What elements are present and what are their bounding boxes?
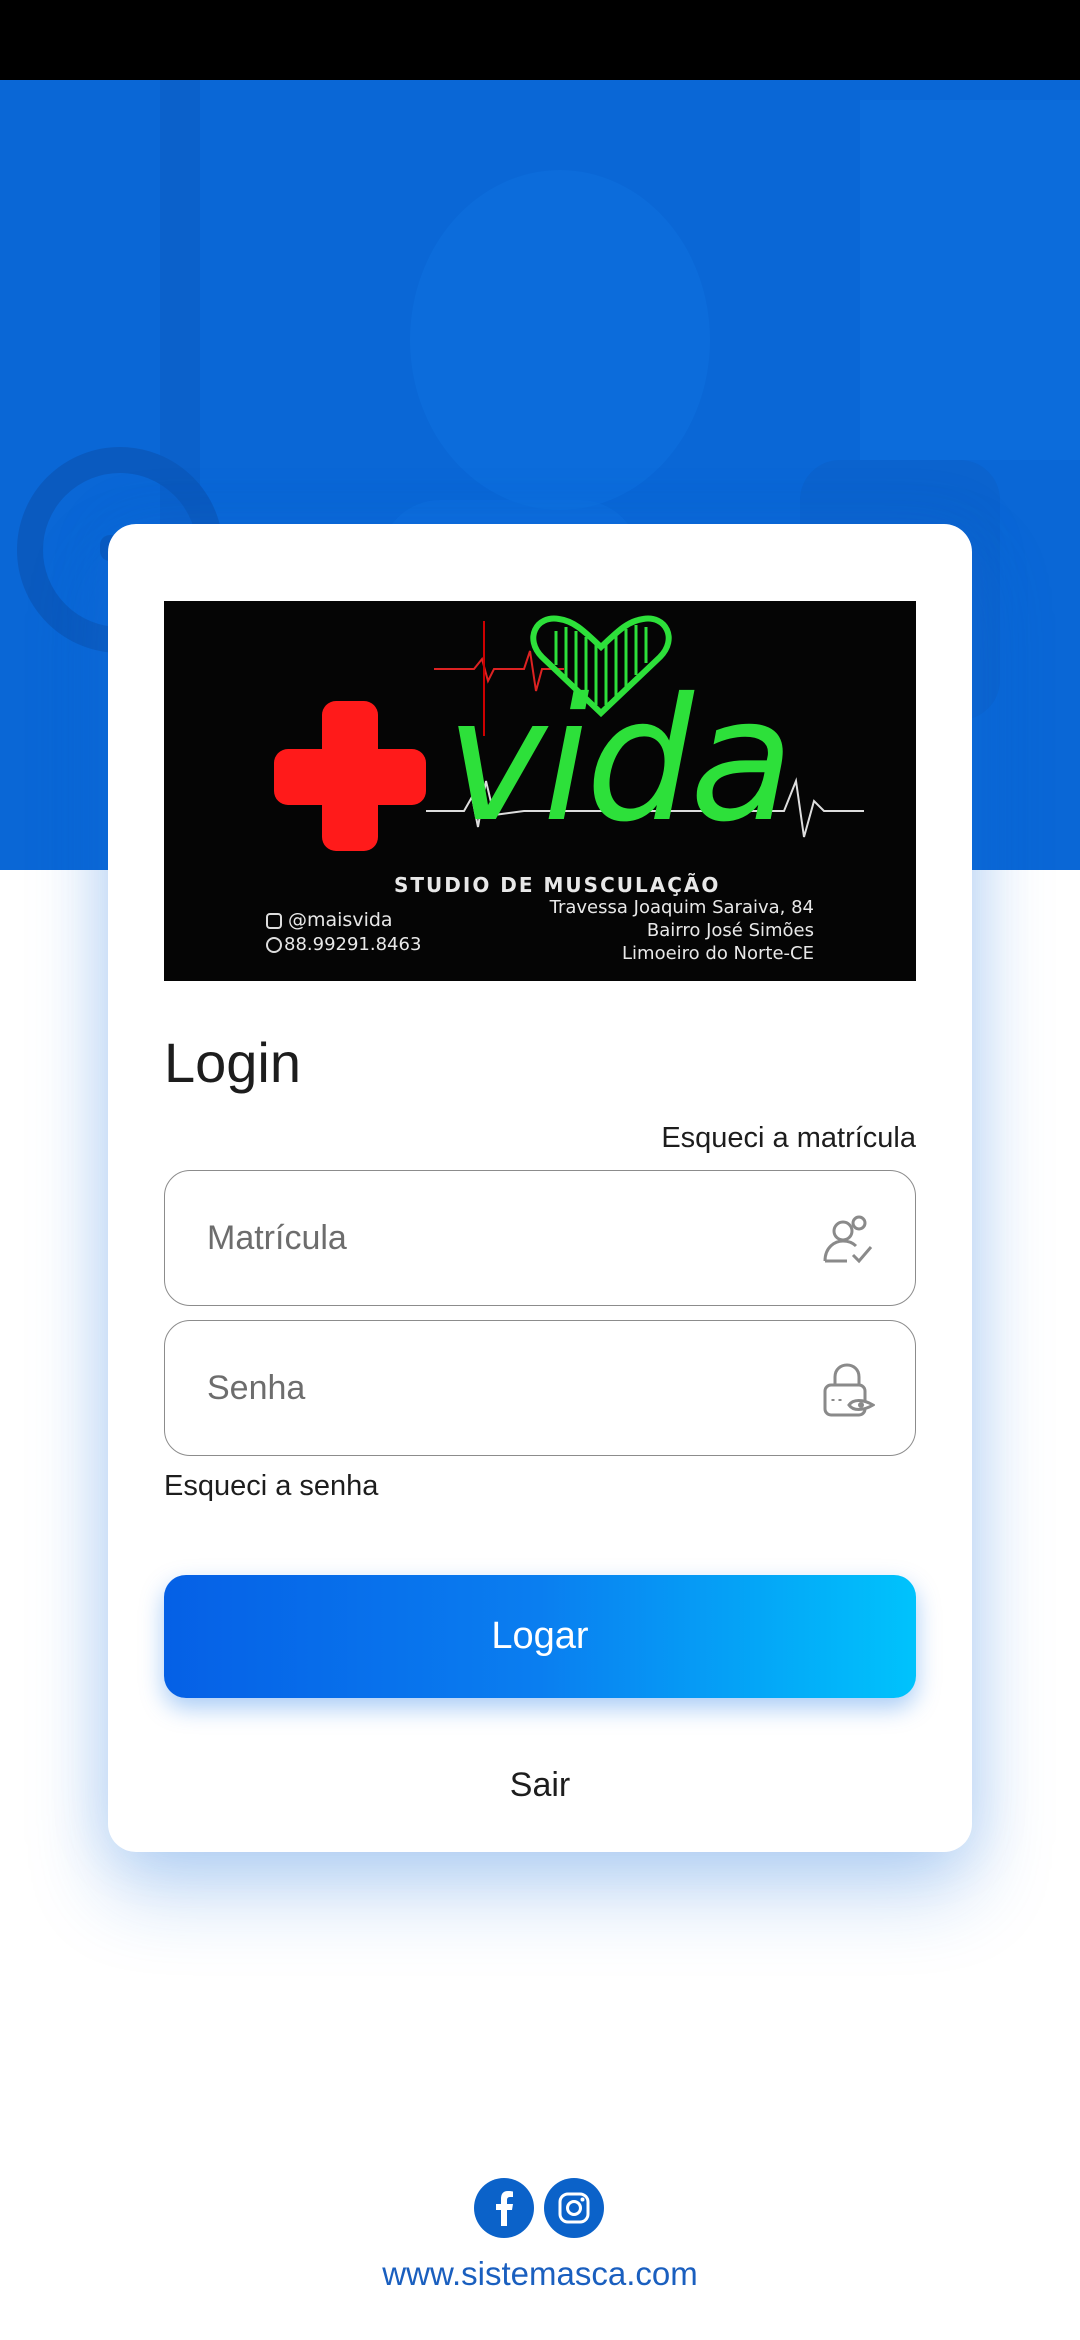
- instagram-small-icon: [266, 913, 282, 929]
- login-screen: vida STUDIO DE MUSCULAÇÃO @maisvida 88.9…: [0, 0, 1080, 2340]
- logo-address-line3: Limoeiro do Norte-CE: [622, 943, 814, 964]
- forgot-registration-link[interactable]: Esqueci a matrícula: [661, 1122, 916, 1155]
- website-link[interactable]: www.sistemasca.com: [0, 2255, 1080, 2293]
- login-title: Login: [164, 1031, 302, 1094]
- instagram-icon: [558, 2192, 590, 2224]
- logo-instagram-handle: @maisvida: [288, 909, 393, 931]
- whatsapp-small-icon: [266, 937, 282, 953]
- logo-subtitle: STUDIO DE MUSCULAÇÃO: [394, 873, 721, 897]
- password-input[interactable]: [207, 1321, 787, 1455]
- registration-field[interactable]: [164, 1170, 916, 1306]
- facebook-button[interactable]: [474, 2178, 534, 2238]
- facebook-icon: [496, 2191, 513, 2226]
- lock-eye-icon[interactable]: [821, 1363, 875, 1417]
- password-field[interactable]: [164, 1320, 916, 1456]
- logo-wordmark: vida: [446, 662, 794, 860]
- gym-logo-banner: vida STUDIO DE MUSCULAÇÃO @maisvida 88.9…: [164, 601, 916, 981]
- forgot-password-link[interactable]: Esqueci a senha: [164, 1470, 378, 1503]
- logo-address-line1: Travessa Joaquim Saraiva, 84: [549, 897, 814, 918]
- instagram-button[interactable]: [544, 2178, 604, 2238]
- logo-phone: 88.99291.8463: [284, 934, 422, 955]
- status-bar: [0, 0, 1080, 80]
- logo-address-line2: Bairro José Simões: [646, 920, 814, 941]
- user-check-icon: [823, 1215, 873, 1264]
- exit-button[interactable]: Sair: [440, 1755, 640, 1815]
- login-button[interactable]: Logar: [164, 1575, 916, 1698]
- registration-input[interactable]: [207, 1171, 787, 1305]
